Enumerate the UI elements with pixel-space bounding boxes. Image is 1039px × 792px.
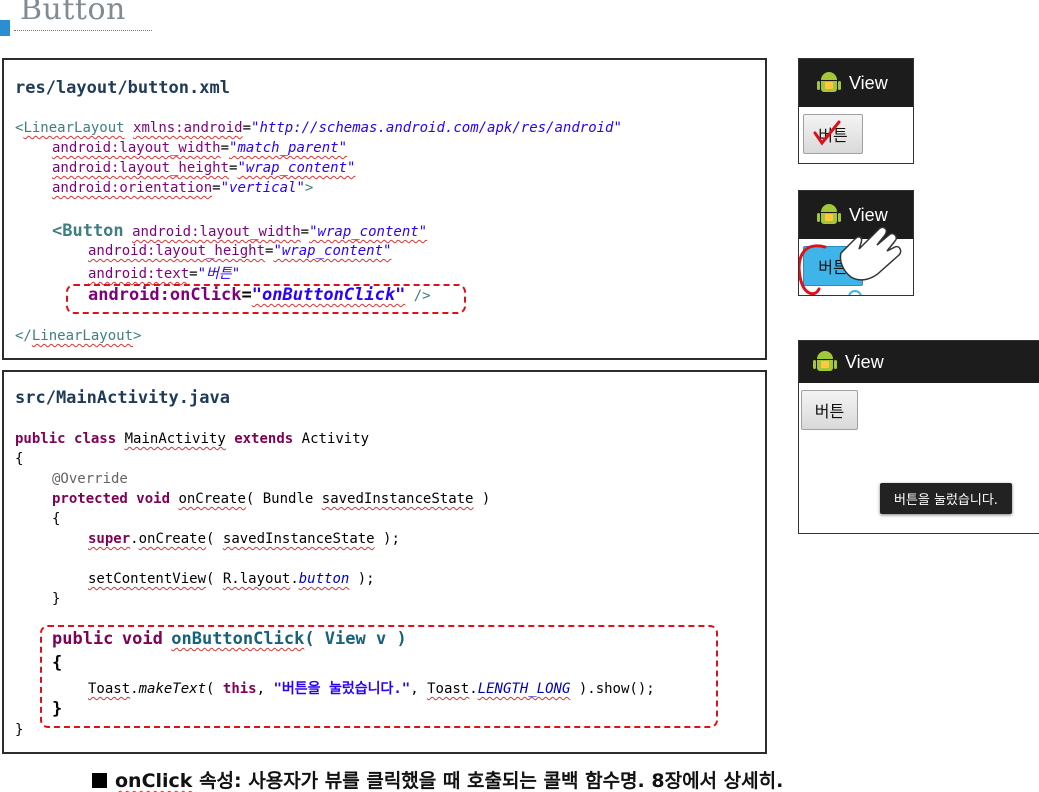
app-title: View bbox=[845, 351, 884, 372]
phone-screen-initial: View 버튼 bbox=[798, 58, 914, 164]
action-bar: View bbox=[799, 59, 913, 107]
android-icon bbox=[813, 350, 837, 374]
java-line-setcontentview: setContentView( R.layout.button ); bbox=[88, 571, 375, 587]
caption-text: 속성: 사용자가 뷰를 클릭했을 때 호출되는 콜백 함수명. 8장에서 상세히… bbox=[192, 770, 784, 792]
xml-line-layout-height: android:layout_height="wrap_content" bbox=[52, 160, 356, 176]
app-title: View bbox=[849, 72, 888, 93]
pointing-hand-icon bbox=[839, 226, 902, 295]
slide-title: Button bbox=[20, 0, 126, 27]
title-accent-bar bbox=[0, 20, 10, 36]
caption: onClick 속성: 사용자가 뷰를 클릭했을 때 호출되는 콜백 함수명. … bbox=[92, 766, 783, 792]
java-line-oncreate-decl: protected void onCreate( Bundle savedIns… bbox=[52, 491, 491, 507]
java-line-class-close: } bbox=[15, 722, 24, 738]
xml-line-button-open: <Button android:layout_width="wrap_conte… bbox=[52, 221, 428, 241]
java-line-onbuttonclick-brace: { bbox=[52, 653, 63, 673]
square-bullet-icon bbox=[92, 773, 107, 788]
xml-line-orientation: android:orientation="vertical"> bbox=[52, 180, 314, 196]
java-line-super-call: super.onCreate( savedInstanceState ); bbox=[88, 531, 400, 547]
circle-mark-icon bbox=[799, 244, 827, 295]
java-line-onbuttonclick-decl: public void onButtonClick( View v ) bbox=[52, 629, 407, 649]
xml-code-panel: res/layout/button.xml <LinearLayout xmln… bbox=[2, 58, 767, 360]
caption-prop: onClick bbox=[115, 770, 193, 792]
android-icon bbox=[817, 71, 841, 95]
xml-line-layout-width: android:layout_width="match_parent" bbox=[52, 140, 348, 156]
title-underline bbox=[14, 30, 152, 31]
xml-line-button-text: android:text="버튼" bbox=[88, 266, 241, 282]
java-line-class-decl: public class MainActivity extends Activi… bbox=[15, 431, 370, 447]
java-line-toast-call: Toast.makeText( this, "버튼을 눌렀습니다.", Toas… bbox=[88, 681, 655, 697]
java-line-oncreate-brace: { bbox=[52, 511, 61, 527]
phone-screen-pressed: View 버튼 bbox=[798, 190, 914, 296]
java-file-title: src/MainActivity.java bbox=[15, 388, 230, 408]
xml-line-button-height: android:layout_height="wrap_content" bbox=[88, 243, 392, 259]
xml-file-title: res/layout/button.xml bbox=[15, 78, 230, 98]
toast-message: 버튼을 눌렀습니다. bbox=[880, 483, 1012, 514]
action-bar: View bbox=[799, 341, 1039, 383]
button-widget[interactable]: 버튼 bbox=[801, 390, 858, 430]
java-line-class-brace: { bbox=[15, 451, 24, 467]
java-code-panel: src/MainActivity.java public class MainA… bbox=[2, 370, 767, 754]
checkmark-icon bbox=[813, 120, 841, 146]
java-line-onbuttonclick-close: } bbox=[52, 699, 63, 719]
phone-screen-toast: View 버튼 버튼을 눌렀습니다. bbox=[798, 340, 1039, 534]
xml-line-linearlayout-close: </LinearLayout> bbox=[15, 328, 142, 344]
xml-line-linearlayout-open: <LinearLayout xmlns:android="http://sche… bbox=[15, 120, 622, 136]
xml-line-onclick: android:onClick="onButtonClick" /> bbox=[88, 285, 431, 305]
java-line-override: @Override bbox=[52, 471, 128, 487]
java-line-oncreate-close: } bbox=[52, 591, 61, 607]
